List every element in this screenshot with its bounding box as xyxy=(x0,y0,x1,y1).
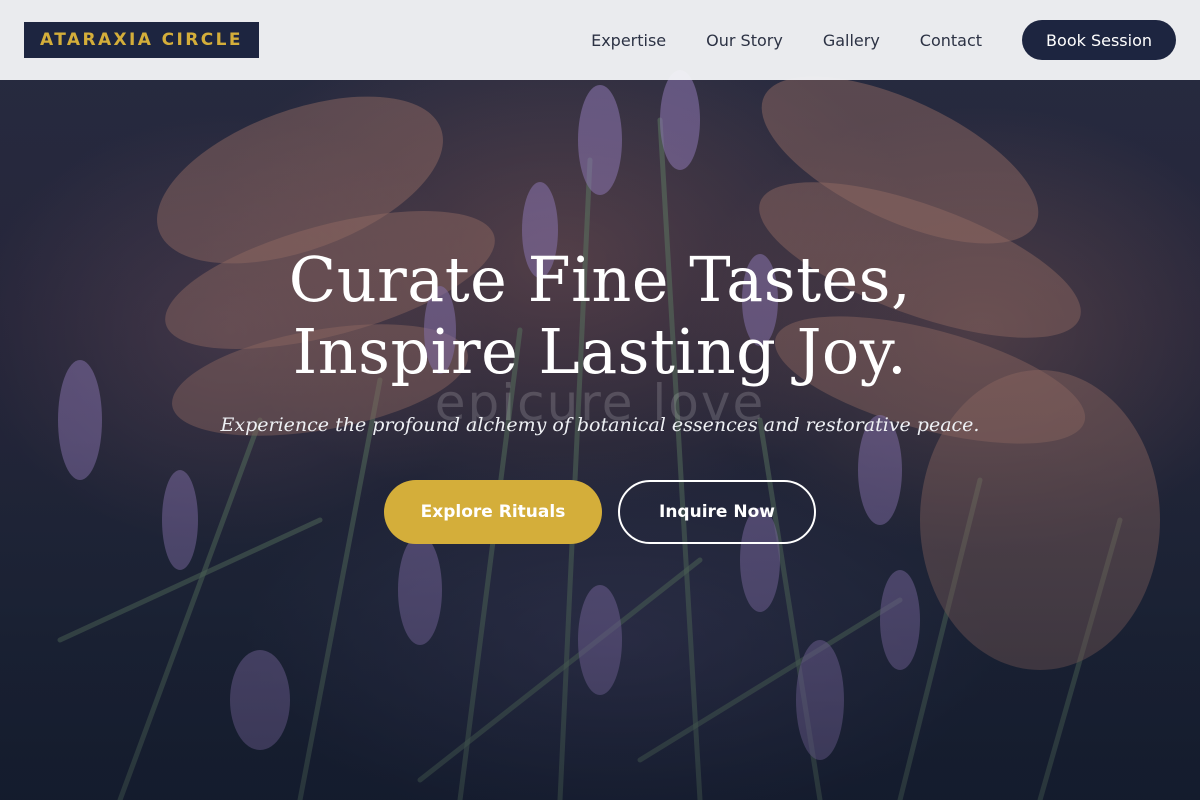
brand-logo[interactable]: ATARAXIA CIRCLE xyxy=(24,22,259,58)
site-header: ATARAXIA CIRCLE Expertise Our Story Gall… xyxy=(0,0,1200,80)
inquire-now-button[interactable]: Inquire Now xyxy=(618,480,816,544)
hero-cta-row: Explore Rituals Inquire Now xyxy=(0,480,1200,544)
nav-link-contact[interactable]: Contact xyxy=(920,31,982,50)
hero-subtitle: Experience the profound alchemy of botan… xyxy=(220,414,980,436)
nav-link-gallery[interactable]: Gallery xyxy=(823,31,880,50)
landing-page: ATARAXIA CIRCLE Expertise Our Story Gall… xyxy=(0,0,1200,800)
explore-rituals-button[interactable]: Explore Rituals xyxy=(384,480,602,544)
main-nav: Expertise Our Story Gallery Contact Book… xyxy=(591,20,1176,60)
book-session-button[interactable]: Book Session xyxy=(1022,20,1176,60)
hero-section: epicure love Curate Fine Tastes, Inspire… xyxy=(0,244,1200,544)
hero-title: Curate Fine Tastes, Inspire Lasting Joy. xyxy=(288,243,912,388)
nav-link-our-story[interactable]: Our Story xyxy=(706,31,783,50)
nav-link-expertise[interactable]: Expertise xyxy=(591,31,666,50)
